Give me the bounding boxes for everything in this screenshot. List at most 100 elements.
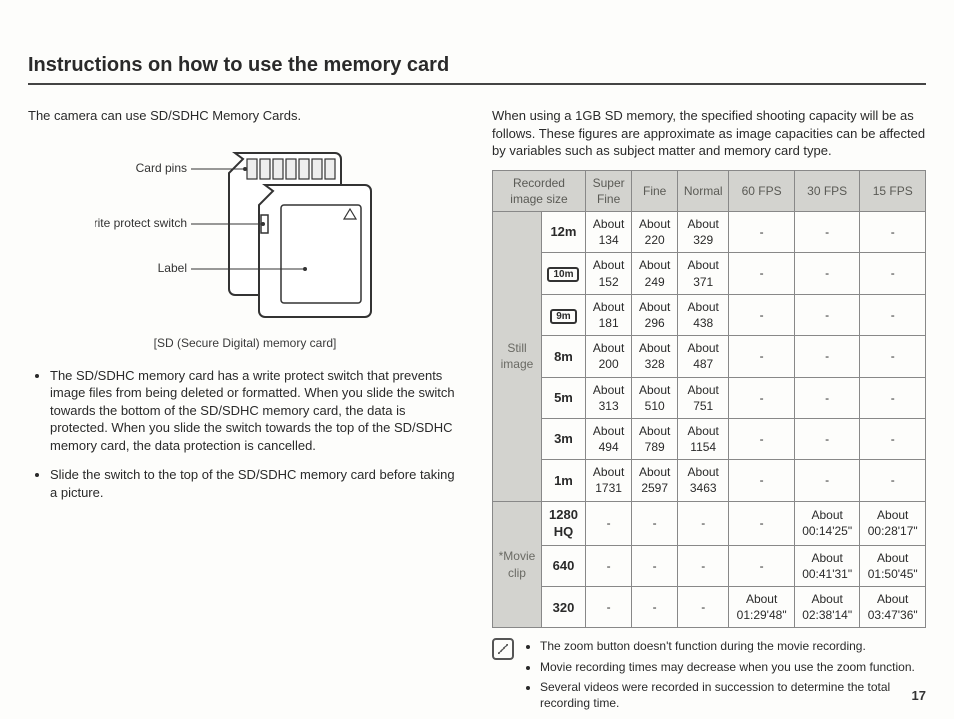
th-60fps: 60 FPS bbox=[729, 170, 795, 211]
cell: About 181 bbox=[585, 294, 631, 335]
cell: About 00:28'17" bbox=[860, 501, 926, 545]
diagram-caption: [SD (Secure Digital) memory card] bbox=[154, 335, 337, 351]
cell: About 371 bbox=[678, 253, 729, 294]
cell: About 00:14'25" bbox=[794, 501, 860, 545]
content-columns: The camera can use SD/SDHC Memory Cards. bbox=[28, 107, 926, 715]
size-icon: 3m bbox=[554, 430, 573, 448]
cell: - bbox=[860, 212, 926, 253]
table-row: 5m About 313 About 510 About 751 - - - bbox=[493, 377, 926, 418]
table-row: 10m About 152 About 249 About 371 - - - bbox=[493, 253, 926, 294]
cell: - bbox=[678, 587, 729, 628]
cell: About 510 bbox=[632, 377, 678, 418]
cell: - bbox=[585, 545, 631, 586]
size-icon: 10m bbox=[547, 267, 579, 282]
cell: - bbox=[729, 212, 795, 253]
right-column: When using a 1GB SD memory, the specifie… bbox=[492, 107, 926, 715]
cell: - bbox=[729, 501, 795, 545]
cell: About 313 bbox=[585, 377, 631, 418]
size-icon: 640 bbox=[553, 557, 575, 575]
left-column: The camera can use SD/SDHC Memory Cards. bbox=[28, 107, 462, 715]
th-30fps: 30 FPS bbox=[794, 170, 860, 211]
cell: - bbox=[794, 212, 860, 253]
table-row: *Movie clip 1280 HQ - - - - About 00:14'… bbox=[493, 501, 926, 545]
cell: About 03:47'36" bbox=[860, 587, 926, 628]
cell: - bbox=[585, 587, 631, 628]
size-icon: 1280 HQ bbox=[545, 506, 582, 541]
cell: - bbox=[678, 545, 729, 586]
cell: About 200 bbox=[585, 336, 631, 377]
cell: About 329 bbox=[678, 212, 729, 253]
cell: - bbox=[729, 294, 795, 335]
label-write-protect: Write protect switch bbox=[95, 216, 187, 230]
cell: - bbox=[860, 377, 926, 418]
cell: About 220 bbox=[632, 212, 678, 253]
table-row: 8m About 200 About 328 About 487 - - - bbox=[493, 336, 926, 377]
size-icon: 12m bbox=[550, 223, 576, 241]
table-row: 9m About 181 About 296 About 438 - - - bbox=[493, 294, 926, 335]
cell: - bbox=[678, 501, 729, 545]
cell: - bbox=[860, 336, 926, 377]
cell: - bbox=[632, 545, 678, 586]
group-still: Still image bbox=[493, 212, 542, 502]
cell: About 494 bbox=[585, 418, 631, 459]
list-item: Movie recording times may decrease when … bbox=[540, 659, 926, 675]
right-intro-text: When using a 1GB SD memory, the specifie… bbox=[492, 107, 926, 160]
size-icon: 8m bbox=[554, 348, 573, 366]
label-card-pins: Card pins bbox=[136, 161, 187, 175]
size-icon: 9m bbox=[550, 309, 576, 324]
cell: - bbox=[794, 418, 860, 459]
cell: About 328 bbox=[632, 336, 678, 377]
cell: About 3463 bbox=[678, 460, 729, 501]
cell: About 487 bbox=[678, 336, 729, 377]
page-title: Instructions on how to use the memory ca… bbox=[28, 52, 926, 85]
left-bullet-list: The SD/SDHC memory card has a write prot… bbox=[34, 367, 462, 502]
list-item: Slide the switch to the top of the SD/SD… bbox=[50, 466, 462, 501]
th-recorded: Recorded image size bbox=[493, 170, 586, 211]
cell: - bbox=[794, 377, 860, 418]
cell: About 00:41'31" bbox=[794, 545, 860, 586]
capacity-table: Recorded image size Super Fine Fine Norm… bbox=[492, 170, 926, 629]
th-normal: Normal bbox=[678, 170, 729, 211]
cell: - bbox=[860, 460, 926, 501]
cell: - bbox=[585, 501, 631, 545]
table-row: 1m About 1731 About 2597 About 3463 - - … bbox=[493, 460, 926, 501]
group-movie: *Movie clip bbox=[493, 501, 542, 628]
th-15fps: 15 FPS bbox=[860, 170, 926, 211]
list-item: The SD/SDHC memory card has a write prot… bbox=[50, 367, 462, 455]
table-row: 3m About 494 About 789 About 1154 - - - bbox=[493, 418, 926, 459]
page-number: 17 bbox=[912, 687, 926, 705]
size-icon: 5m bbox=[554, 389, 573, 407]
cell: - bbox=[729, 460, 795, 501]
cell: About 01:50'45" bbox=[860, 545, 926, 586]
cell: About 2597 bbox=[632, 460, 678, 501]
table-row: 320 - - - About 01:29'48" About 02:38'14… bbox=[493, 587, 926, 628]
note-icon bbox=[492, 638, 514, 660]
cell: About 01:29'48" bbox=[729, 587, 795, 628]
cell: - bbox=[729, 336, 795, 377]
cell: About 789 bbox=[632, 418, 678, 459]
cell: - bbox=[632, 501, 678, 545]
sd-card-diagram: Card pins Write protect switch Label [SD… bbox=[28, 139, 462, 351]
cell: - bbox=[794, 253, 860, 294]
cell: About 1731 bbox=[585, 460, 631, 501]
cell: About 249 bbox=[632, 253, 678, 294]
cell: - bbox=[729, 377, 795, 418]
label-label: Label bbox=[158, 261, 187, 275]
cell: - bbox=[794, 460, 860, 501]
cell: About 02:38'14" bbox=[794, 587, 860, 628]
cell: About 134 bbox=[585, 212, 631, 253]
cell: - bbox=[860, 418, 926, 459]
cell: About 751 bbox=[678, 377, 729, 418]
list-item: The zoom button doesn't function during … bbox=[540, 638, 926, 654]
cell: - bbox=[729, 418, 795, 459]
cell: - bbox=[729, 253, 795, 294]
cell: About 438 bbox=[678, 294, 729, 335]
cell: - bbox=[794, 294, 860, 335]
size-icon: 320 bbox=[553, 599, 575, 617]
cell: - bbox=[860, 294, 926, 335]
left-intro-text: The camera can use SD/SDHC Memory Cards. bbox=[28, 107, 462, 125]
cell: About 296 bbox=[632, 294, 678, 335]
cell: - bbox=[794, 336, 860, 377]
notes-block: The zoom button doesn't function during … bbox=[492, 638, 926, 715]
table-row: 640 - - - - About 00:41'31" About 01:50'… bbox=[493, 545, 926, 586]
